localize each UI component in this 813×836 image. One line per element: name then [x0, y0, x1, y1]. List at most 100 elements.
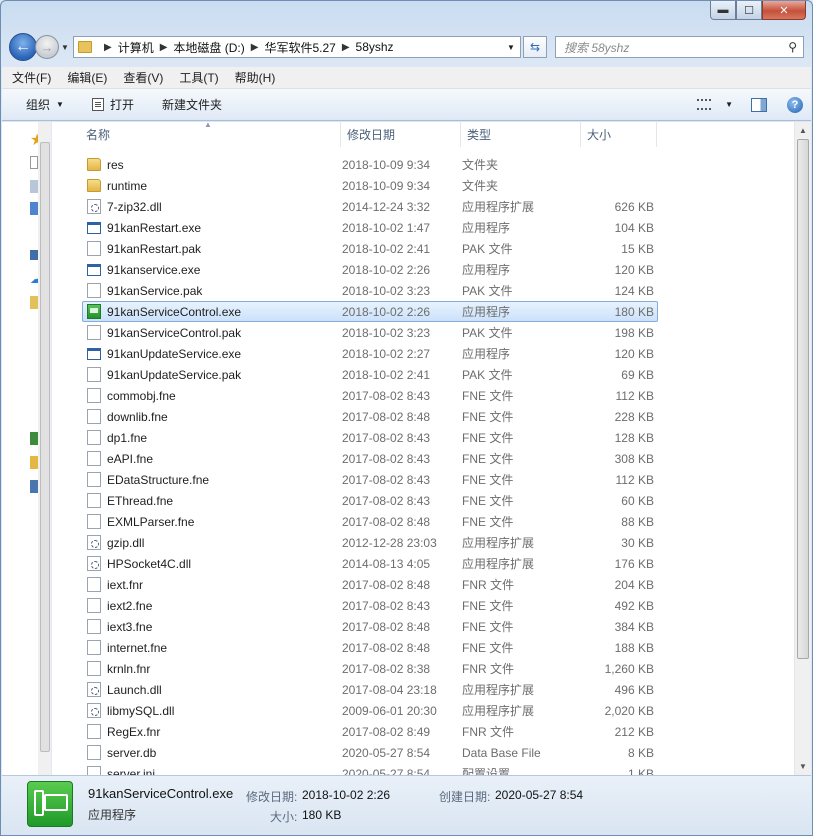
file-row[interactable]: 91kanRestart.exe 2018-10-02 1:47 应用程序 104 K…	[82, 217, 658, 238]
file-row[interactable]: 91kanRestart.pak 2018-10-02 2:41 PAK 文件 15 …	[82, 238, 658, 259]
breadcrumb-separator-icon[interactable]: ▶	[251, 42, 259, 53]
file-modified-date: 2017-08-02 8:48	[342, 514, 431, 529]
chevron-down-icon: ▼	[61, 42, 69, 52]
menu-file[interactable]: 文件(F)	[12, 69, 51, 86]
file-row[interactable]: server.ini 2020-05-27 8:54 配置设置 1 KB	[82, 763, 658, 775]
file-row[interactable]: libmySQL.dll 2009-06-01 20:30 应用程序扩展 2,020 …	[82, 700, 658, 721]
file-modified-date: 2017-08-02 8:48	[342, 577, 431, 592]
file-modified-date: 2017-08-02 8:48	[342, 409, 431, 424]
search-input[interactable]: 搜索 58yshz ⚲	[555, 36, 804, 58]
file-row[interactable]: downlib.fne 2017-08-02 8:48 FNE 文件 228 KB	[82, 406, 658, 427]
file-row[interactable]: EDataStructure.fne 2017-08-02 8:43 FNE 文件 1…	[82, 469, 658, 490]
column-header-type[interactable]: 类型	[461, 122, 581, 147]
network-icon[interactable]	[30, 432, 38, 445]
file-row[interactable]: EXMLParser.fne 2017-08-02 8:48 FNE 文件 88 KB	[82, 511, 658, 532]
chevron-down-icon: ▼	[507, 42, 515, 52]
file-row[interactable]: eAPI.fne 2017-08-02 8:43 FNE 文件 308 KB	[82, 448, 658, 469]
file-row[interactable]: HPSocket4C.dll 2014-08-13 4:05 应用程序扩展 176 K…	[82, 553, 658, 574]
organize-button[interactable]: 组织 ▼	[26, 96, 64, 113]
column-header-name[interactable]: ▲ 名称	[68, 122, 341, 147]
open-button[interactable]: 打开	[91, 96, 134, 113]
chevron-down-icon[interactable]: ▼	[725, 100, 733, 109]
file-row[interactable]: iext.fnr 2017-08-02 8:48 FNR 文件 204 KB	[82, 574, 658, 595]
menu-tools[interactable]: 工具(T)	[179, 69, 218, 86]
menu-view[interactable]: 查看(V)	[123, 69, 163, 86]
breadcrumb-separator-icon[interactable]: ▶	[342, 42, 350, 53]
file-row[interactable]: 91kanService.pak 2018-10-02 3:23 PAK 文件 124…	[82, 280, 658, 301]
downloads-icon[interactable]	[30, 180, 38, 193]
file-name: internet.fne	[107, 640, 168, 655]
file-modified-date: 2018-10-02 2:27	[342, 346, 431, 361]
file-modified-date: 2012-12-28 23:03	[342, 535, 437, 550]
address-bar[interactable]: ▶ 计算机 ▶ 本地磁盘 (D:) ▶ 华军软件5.27 ▶ 58yshz ▼	[73, 36, 521, 58]
recent-pages-dropdown[interactable]: ▼	[59, 43, 71, 52]
recent-places-icon[interactable]	[30, 202, 38, 215]
file-list-scrollbar[interactable]: ▲ ▼	[794, 122, 811, 775]
back-arrow-icon: ←	[15, 38, 31, 55]
computer-icon[interactable]	[30, 480, 38, 493]
file-modified-date: 2018-10-09 9:34	[342, 157, 431, 172]
breadcrumb-drive-d[interactable]: 本地磁盘 (D:)	[173, 39, 244, 56]
file-row[interactable]: server.db 2020-05-27 8:54 Data Base File 8 …	[82, 742, 658, 763]
file-row[interactable]: internet.fne 2017-08-02 8:48 FNE 文件 188 KB	[82, 637, 658, 658]
help-icon[interactable]: ?	[787, 96, 803, 113]
refresh-button[interactable]: ⇆	[523, 36, 547, 58]
file-name: 91kanUpdateService.pak	[107, 367, 242, 382]
file-row[interactable]: dp1.fne 2017-08-02 8:43 FNE 文件 128 KB	[82, 427, 658, 448]
maximize-button[interactable]: ☐	[736, 1, 762, 20]
file-row[interactable]: krnln.fnr 2017-08-02 8:38 FNR 文件 1,260 KB	[82, 658, 658, 679]
file-row[interactable]: commobj.fne 2017-08-02 8:43 FNE 文件 112 KB	[82, 385, 658, 406]
file-modified-date: 2018-10-02 2:26	[342, 262, 431, 277]
file-name-cell: gzip.dll	[83, 535, 342, 550]
folder-icon[interactable]	[30, 456, 38, 469]
search-icon[interactable]: ⚲	[788, 40, 797, 54]
file-rows: res 2018-10-09 9:34 文件夹 runtime 2018-10-09 9…	[82, 154, 658, 775]
scroll-down-icon[interactable]: ▼	[795, 758, 811, 775]
file-type: PAK 文件	[462, 284, 513, 298]
breadcrumb-separator-icon[interactable]: ▶	[104, 42, 112, 53]
back-button[interactable]: ←	[9, 33, 37, 61]
file-name: gzip.dll	[107, 535, 145, 550]
file-row[interactable]: res 2018-10-09 9:34 文件夹	[82, 154, 658, 175]
file-row[interactable]: gzip.dll 2012-12-28 23:03 应用程序扩展 30 KB	[82, 532, 658, 553]
address-dropdown[interactable]: ▼	[502, 43, 520, 52]
file-row[interactable]: iext3.fne 2017-08-02 8:48 FNE 文件 384 KB	[82, 616, 658, 637]
caption-buttons: ▬ ☐ ✕	[710, 1, 806, 20]
view-options-icon[interactable]	[697, 99, 712, 110]
file-row[interactable]: 7-zip32.dll 2014-12-24 3:32 应用程序扩展 626 KB	[82, 196, 658, 217]
breadcrumb-computer[interactable]: 计算机	[118, 39, 154, 56]
file-name-cell: RegEx.fnr	[83, 724, 342, 739]
file-row[interactable]: 91kanservice.exe 2018-10-02 2:26 应用程序 120 K…	[82, 259, 658, 280]
file-icon	[87, 577, 101, 592]
file-row[interactable]: 91kanUpdateService.exe 2018-10-02 2:27 应用程…	[82, 343, 658, 364]
folder-icon	[78, 41, 92, 53]
file-row[interactable]: 91kanUpdateService.pak 2018-10-02 2:41 PAK…	[82, 364, 658, 385]
preview-pane-icon[interactable]	[751, 97, 767, 112]
breadcrumb-separator-icon[interactable]: ▶	[160, 42, 168, 53]
new-folder-button[interactable]: 新建文件夹	[162, 96, 222, 113]
navigation-scrollbar-thumb[interactable]	[40, 142, 50, 752]
file-list-scrollbar-thumb[interactable]	[797, 139, 809, 659]
forward-button[interactable]: →	[35, 35, 59, 59]
column-header-size[interactable]: 大小	[581, 122, 657, 147]
desktop-icon[interactable]	[30, 156, 38, 169]
file-name: 91kanServiceControl.exe	[107, 304, 242, 319]
breadcrumb-folder-58yshz[interactable]: 58yshz	[356, 40, 394, 54]
file-row[interactable]: iext2.fne 2017-08-02 8:43 FNE 文件 492 KB	[82, 595, 658, 616]
file-name-cell: iext.fnr	[83, 577, 342, 592]
menu-edit[interactable]: 编辑(E)	[67, 69, 107, 86]
scroll-up-icon[interactable]: ▲	[795, 122, 811, 139]
minimize-button[interactable]: ▬	[710, 1, 736, 20]
file-row[interactable]: RegEx.fnr 2017-08-02 8:49 FNR 文件 212 KB	[82, 721, 658, 742]
column-header-date[interactable]: 修改日期	[341, 122, 461, 147]
file-row[interactable]: EThread.fne 2017-08-02 8:43 FNE 文件 60 KB	[82, 490, 658, 511]
menu-help[interactable]: 帮助(H)	[235, 69, 276, 86]
app-icon	[87, 304, 101, 319]
breadcrumb-folder-huajun[interactable]: 华军软件5.27	[264, 39, 335, 56]
close-button[interactable]: ✕	[762, 1, 806, 20]
pictures-icon[interactable]	[30, 296, 38, 309]
file-row[interactable]: Launch.dll 2017-08-04 23:18 应用程序扩展 496 KB	[82, 679, 658, 700]
file-row[interactable]: 91kanServiceControl.exe 2018-10-02 2:26 应用…	[82, 301, 658, 322]
file-row[interactable]: runtime 2018-10-09 9:34 文件夹	[82, 175, 658, 196]
file-row[interactable]: 91kanServiceControl.pak 2018-10-02 3:23 PA…	[82, 322, 658, 343]
